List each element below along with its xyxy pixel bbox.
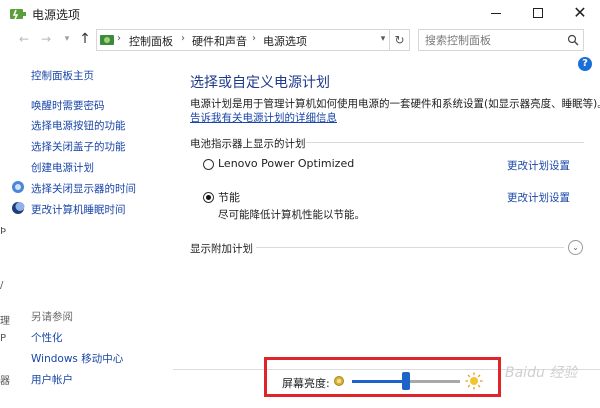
breadcrumb-control-panel[interactable]: 控制面板 bbox=[129, 33, 173, 49]
maximize-icon bbox=[533, 8, 543, 18]
brightness-slider-fill bbox=[352, 380, 406, 383]
bright-brightness-icon bbox=[465, 372, 483, 390]
window-title: 电源选项 bbox=[32, 8, 81, 22]
close-icon: ✕ bbox=[573, 3, 587, 22]
section-divider bbox=[306, 142, 584, 143]
breadcrumb-separator-icon: › bbox=[117, 33, 121, 44]
breadcrumb-separator-icon: › bbox=[181, 33, 185, 44]
search-input[interactable] bbox=[419, 30, 559, 50]
display-settings-icon bbox=[12, 181, 24, 193]
clipped-edge-glyph: / bbox=[0, 280, 4, 291]
power-button-link[interactable]: 选择电源按钮的功能 bbox=[31, 118, 126, 133]
battery-plans-heading: 电池指示器上显示的计划 bbox=[190, 138, 306, 150]
baidu-watermark: Baidu 经验 bbox=[505, 365, 578, 381]
address-dropdown-icon[interactable]: ▾ bbox=[376, 28, 390, 50]
section-divider bbox=[256, 247, 564, 248]
brightness-slider-thumb[interactable] bbox=[402, 372, 410, 390]
personalization-link[interactable]: 个性化 bbox=[31, 330, 63, 345]
change-plan-settings-link[interactable]: 更改计划设置 bbox=[507, 158, 570, 173]
plan-name-power-saver[interactable]: 节能 bbox=[218, 189, 240, 205]
dim-brightness-icon bbox=[334, 376, 344, 386]
plan-radio-power-saver[interactable] bbox=[203, 192, 214, 203]
sleep-time-link[interactable]: 更改计算机睡眠时间 bbox=[31, 202, 126, 217]
search-box[interactable] bbox=[418, 29, 584, 51]
user-accounts-link[interactable]: 用户帐户 bbox=[31, 372, 73, 387]
plan-description-power-saver: 尽可能降低计算机性能以节能。 bbox=[218, 209, 365, 221]
minimize-button[interactable] bbox=[476, 0, 516, 26]
minimize-icon bbox=[491, 12, 501, 14]
search-icon[interactable] bbox=[567, 34, 579, 46]
additional-plans-heading[interactable]: 显示附加计划 bbox=[190, 241, 253, 256]
address-bar[interactable]: › 控制面板 › 硬件和声音 › 电源选项 bbox=[96, 29, 390, 51]
recent-locations-chevron-icon[interactable]: ▾ bbox=[59, 31, 75, 47]
back-arrow-icon[interactable]: ← bbox=[16, 31, 32, 47]
expand-chevron-icon[interactable]: ⌄ bbox=[568, 240, 583, 255]
refresh-icon[interactable]: ↻ bbox=[390, 29, 410, 51]
sleep-moon-icon bbox=[12, 202, 25, 214]
see-also-heading: 另请参阅 bbox=[31, 311, 73, 323]
close-button[interactable]: ✕ bbox=[560, 0, 600, 26]
title-bar: 电源选项 ✕ bbox=[0, 0, 600, 28]
power-plan-details-link[interactable]: 告诉我有关电源计划的详细信息 bbox=[190, 110, 337, 125]
forward-arrow-icon[interactable]: → bbox=[38, 31, 54, 47]
clipped-edge-glyph: 器 bbox=[0, 376, 10, 387]
plan-name-lenovo[interactable]: Lenovo Power Optimized bbox=[218, 157, 354, 170]
change-plan-settings-link[interactable]: 更改计划设置 bbox=[507, 190, 570, 205]
clipped-edge-glyph: P bbox=[0, 333, 7, 344]
breadcrumb-power-options[interactable]: 电源选项 bbox=[263, 33, 307, 49]
mobility-center-link[interactable]: Windows 移动中心 bbox=[31, 351, 123, 366]
maximize-button[interactable] bbox=[518, 0, 558, 26]
control-panel-icon bbox=[100, 35, 114, 45]
breadcrumb-hardware-sound[interactable]: 硬件和声音 bbox=[192, 33, 247, 49]
breadcrumb-separator-icon: › bbox=[252, 33, 256, 44]
brightness-label: 屏幕亮度: bbox=[282, 377, 330, 390]
clipped-edge-glyph: 理 bbox=[0, 316, 10, 327]
help-icon[interactable]: ? bbox=[578, 57, 592, 71]
wake-password-link[interactable]: 唤醒时需要密码 bbox=[31, 98, 105, 113]
create-plan-link[interactable]: 创建电源计划 bbox=[31, 160, 94, 175]
power-options-icon bbox=[10, 9, 26, 20]
display-off-time-link[interactable]: 选择关闭显示器的时间 bbox=[31, 181, 136, 196]
clipped-edge-glyph: Þ bbox=[0, 226, 7, 237]
lid-close-link[interactable]: 选择关闭盖子的功能 bbox=[31, 139, 126, 154]
page-description: 电源计划是用于管理计算机如何使用电源的一套硬件和系统设置(如显示器亮度、睡眠等)… bbox=[190, 98, 600, 110]
control-panel-home-link[interactable]: 控制面板主页 bbox=[31, 68, 94, 83]
up-arrow-icon[interactable]: ↑ bbox=[77, 31, 93, 47]
plan-radio-lenovo[interactable] bbox=[203, 159, 214, 170]
page-title: 选择或自定义电源计划 bbox=[190, 75, 330, 91]
